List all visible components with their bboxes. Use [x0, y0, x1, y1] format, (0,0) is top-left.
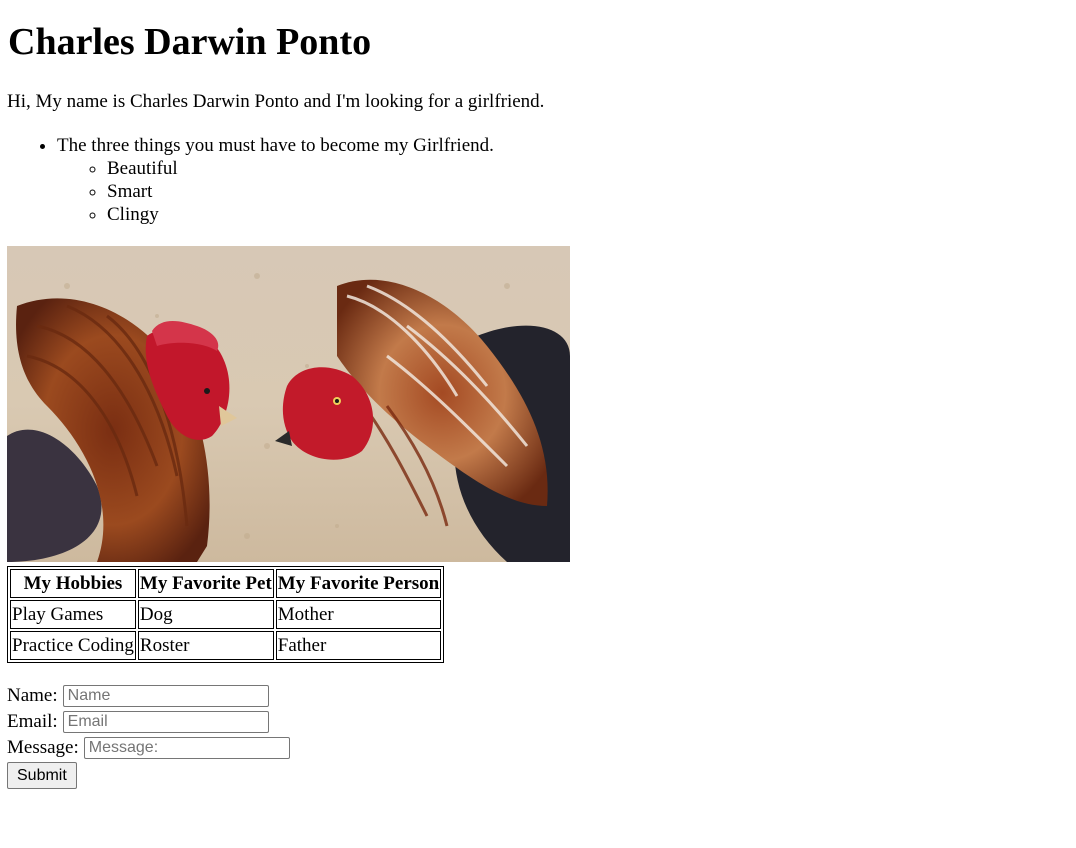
name-label: Name:	[7, 685, 58, 706]
table-row: Play Games Dog Mother	[10, 600, 442, 629]
name-row: Name:	[7, 683, 290, 709]
email-input[interactable]	[62, 711, 269, 733]
table-cell: Practice Coding	[10, 631, 136, 660]
table-cell: Father	[275, 631, 442, 660]
table-cell: Mother	[275, 600, 442, 629]
message-row: Message:	[7, 735, 290, 761]
column-header-pet: My Favorite Pet	[137, 569, 274, 598]
submit-button[interactable]: Submit	[7, 762, 77, 789]
table-header-row: My Hobbies My Favorite Pet My Favorite P…	[10, 569, 442, 598]
list-item: Smart	[107, 180, 494, 203]
message-input[interactable]	[83, 737, 290, 759]
requirements-sublist: Beautiful Smart Clingy	[57, 157, 494, 226]
intro-text: Hi, My name is Charles Darwin Ponto and …	[7, 91, 545, 112]
column-header-hobbies: My Hobbies	[10, 569, 136, 598]
list-item: Beautiful	[107, 157, 494, 180]
message-label: Message:	[7, 737, 79, 758]
roosters-image	[7, 246, 570, 562]
table-cell: Roster	[137, 631, 274, 660]
email-label: Email:	[7, 711, 58, 732]
name-input[interactable]	[62, 685, 269, 707]
list-item: Clingy	[107, 203, 494, 226]
info-table: My Hobbies My Favorite Pet My Favorite P…	[7, 566, 445, 663]
requirements-list: The three things you must have to become…	[7, 134, 494, 226]
page-title: Charles Darwin Ponto	[8, 21, 372, 63]
table-cell: Dog	[137, 600, 274, 629]
email-row: Email:	[7, 709, 290, 735]
table-cell: Play Games	[10, 600, 136, 629]
requirements-heading: The three things you must have to become…	[57, 135, 494, 156]
list-item: The three things you must have to become…	[57, 134, 494, 226]
column-header-person: My Favorite Person	[275, 569, 442, 598]
contact-form: Name: Email: Message: Submit	[7, 683, 290, 789]
page: Charles Darwin Ponto Hi, My name is Char…	[0, 0, 1076, 789]
table-row: Practice Coding Roster Father	[10, 631, 442, 660]
